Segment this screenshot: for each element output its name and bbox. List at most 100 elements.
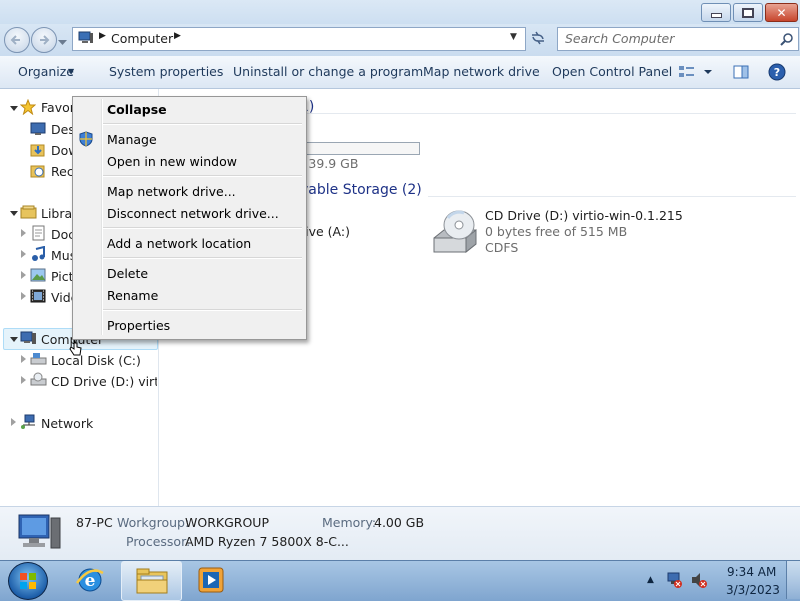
local-disk-free-space: f 39.9 GB xyxy=(300,156,359,171)
media-player-icon xyxy=(198,567,224,593)
nav-network[interactable]: Network xyxy=(41,416,93,431)
taskbar-windows-explorer[interactable] xyxy=(121,561,182,601)
folder-icon xyxy=(136,568,168,594)
network-status-icon[interactable] xyxy=(665,571,683,589)
address-bar[interactable]: ▶ Computer ▶ ▼ xyxy=(72,27,526,51)
minimize-button[interactable] xyxy=(701,3,731,22)
preview-pane-button[interactable] xyxy=(733,64,749,83)
search-icon[interactable] xyxy=(780,32,794,46)
pc-name: 87-PC xyxy=(76,515,113,530)
pictures-expand-icon[interactable] xyxy=(21,271,26,279)
change-view-button[interactable] xyxy=(678,64,716,83)
context-menu: Collapse Manage Open in new window Map n… xyxy=(72,96,307,340)
menu-rename[interactable]: Rename xyxy=(107,288,158,303)
menu-separator xyxy=(103,257,302,259)
address-dropdown-icon[interactable]: ▼ xyxy=(510,32,517,42)
close-button[interactable]: ✕ xyxy=(765,3,798,22)
search-input[interactable]: Search Computer xyxy=(557,27,799,51)
refresh-button[interactable] xyxy=(528,29,550,47)
menu-delete[interactable]: Delete xyxy=(107,266,148,281)
forward-arrow-icon xyxy=(40,35,50,45)
music-expand-icon[interactable] xyxy=(21,250,26,258)
taskbar-media-player[interactable] xyxy=(194,563,228,597)
help-button[interactable]: ? xyxy=(768,63,786,84)
menu-add-network-location[interactable]: Add a network location xyxy=(107,236,251,251)
uninstall-program-button[interactable]: Uninstall or change a program xyxy=(233,64,423,79)
help-icon: ? xyxy=(768,63,786,81)
title-bar xyxy=(0,0,800,24)
menu-map-network-drive[interactable]: Map network drive... xyxy=(107,184,236,199)
star-icon xyxy=(20,99,36,115)
organize-button[interactable]: Organize xyxy=(18,64,74,79)
menu-disconnect-network-drive[interactable]: Disconnect network drive... xyxy=(107,206,279,221)
cd-drive-name[interactable]: CD Drive (D:) virtio-win-0.1.215 xyxy=(485,208,683,223)
nav-local-disk[interactable]: Local Disk (C:) xyxy=(51,353,141,368)
documents-icon xyxy=(32,225,45,241)
refresh-icon xyxy=(532,31,544,45)
cd-drive-filesystem: CDFS xyxy=(485,240,519,255)
breadcrumb-separator-icon[interactable]: ▶ xyxy=(99,31,106,41)
menu-separator xyxy=(103,123,302,125)
group-header-divider xyxy=(306,113,796,114)
desktop-icon xyxy=(30,122,46,135)
network-expand-icon[interactable] xyxy=(11,418,16,426)
start-button[interactable] xyxy=(8,562,48,600)
menu-manage[interactable]: Manage xyxy=(107,132,157,147)
menu-collapse[interactable]: Collapse xyxy=(107,102,167,117)
menu-separator xyxy=(103,175,302,177)
removable-group-divider xyxy=(428,196,796,197)
forward-button[interactable] xyxy=(31,27,57,53)
taskbar-internet-explorer[interactable]: e xyxy=(72,563,108,597)
videos-expand-icon[interactable] xyxy=(21,292,26,300)
internet-explorer-icon: e xyxy=(75,568,104,592)
volume-muted-icon[interactable] xyxy=(690,571,708,589)
preview-pane-icon xyxy=(733,65,749,79)
menu-properties[interactable]: Properties xyxy=(107,318,170,333)
computer-large-icon xyxy=(18,514,61,549)
menu-gutter xyxy=(101,99,103,335)
pictures-icon xyxy=(30,268,46,282)
nav-cd-drive-clip: CD Drive (D:) virtio-win-0.1.215 xyxy=(51,374,157,389)
network-icon xyxy=(21,414,35,429)
workgroup-value: WORKGROUP xyxy=(185,515,269,530)
libraries-icon xyxy=(20,205,37,219)
restore-button[interactable] xyxy=(733,3,763,22)
menu-open-new-window[interactable]: Open in new window xyxy=(107,154,237,169)
menu-separator xyxy=(103,309,302,311)
memory-value: 4.00 GB xyxy=(374,515,425,530)
clock-date[interactable]: 3/3/2023 xyxy=(726,583,780,597)
nav-cd-drive[interactable]: CD Drive (D:) virtio-win-0.1.215 xyxy=(51,374,157,389)
system-properties-button[interactable]: System properties xyxy=(109,64,223,79)
libraries-expand-icon[interactable] xyxy=(10,211,18,216)
computer-expand-icon[interactable] xyxy=(10,337,18,342)
local-disk-expand-icon[interactable] xyxy=(21,355,26,363)
mouse-cursor-icon xyxy=(69,338,82,356)
local-disk-usage-bar xyxy=(300,142,420,155)
back-button[interactable] xyxy=(4,27,30,53)
recent-places-icon xyxy=(30,165,45,178)
recent-pages-chevron-icon[interactable] xyxy=(58,35,67,49)
downloads-folder-icon xyxy=(30,144,45,157)
cd-drive-free-space: 0 bytes free of 515 MB xyxy=(485,224,628,239)
clock-time[interactable]: 9:34 AM xyxy=(727,565,776,579)
breadcrumb-computer[interactable]: Computer xyxy=(111,31,173,46)
minimize-icon xyxy=(710,13,722,18)
view-options-icon xyxy=(679,66,712,77)
svg-text:?: ? xyxy=(774,66,780,79)
documents-expand-icon[interactable] xyxy=(21,229,26,237)
computer-icon xyxy=(78,31,93,43)
open-control-panel-button[interactable]: Open Control Panel xyxy=(552,64,672,79)
windows-logo-icon xyxy=(20,573,36,589)
organize-dropdown-icon[interactable]: ▼ xyxy=(68,67,74,76)
restore-icon xyxy=(742,7,754,18)
map-network-drive-button[interactable]: Map network drive xyxy=(423,64,540,79)
music-icon xyxy=(32,246,45,261)
show-desktop-button[interactable] xyxy=(786,561,800,599)
cd-drive-expand-icon[interactable] xyxy=(21,376,26,384)
cd-drive-large-icon[interactable] xyxy=(430,208,480,256)
favorites-expand-icon[interactable] xyxy=(10,106,18,111)
breadcrumb-chevron-icon[interactable]: ▶ xyxy=(174,31,181,41)
show-hidden-icons-button[interactable]: ▲ xyxy=(647,575,654,585)
floppy-drive-label[interactable]: rive (A:) xyxy=(300,224,350,239)
computer-icon xyxy=(20,331,36,344)
